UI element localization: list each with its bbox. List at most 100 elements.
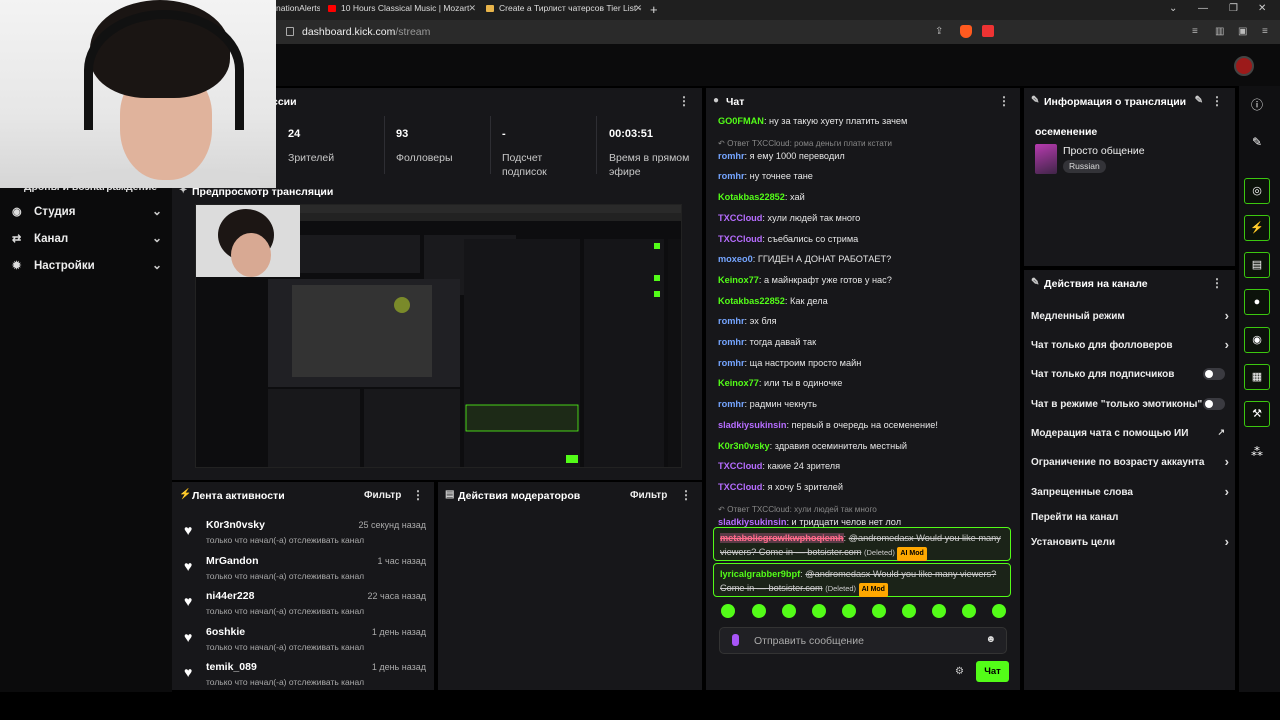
chat-user[interactable]: romhr [718, 316, 745, 326]
more-icon[interactable]: ⋮ [412, 488, 424, 502]
more-icon[interactable]: ⋮ [1211, 276, 1223, 290]
chat-user[interactable]: romhr [718, 399, 745, 409]
category-name[interactable]: Просто общение [1063, 145, 1145, 157]
chat-user[interactable]: TXCCloud [718, 213, 762, 223]
edit-icon[interactable]: ✎ [1244, 129, 1270, 155]
followers-only-action[interactable]: Чат только для фолловеров › [1031, 337, 1229, 357]
emote-icon[interactable] [932, 604, 946, 618]
emote-icon[interactable] [872, 604, 886, 618]
chat-user[interactable]: GO0FMAN [718, 116, 764, 126]
go-to-channel-action[interactable]: Перейти на канал [1031, 509, 1229, 529]
chat-user[interactable]: lyricalgrabber9bpf [720, 569, 800, 579]
set-goals-action[interactable]: Установить цели › [1031, 534, 1229, 554]
wallet-icon[interactable]: ▣ [1238, 26, 1247, 37]
sidebar-icon[interactable]: ▥ [1215, 26, 1224, 37]
tab-search-icon[interactable]: ⌄ [1169, 3, 1177, 14]
feed-user[interactable]: temik_089 [206, 661, 257, 673]
plugin-icon[interactable]: ⁂ [1244, 439, 1270, 465]
brave-shield-icon[interactable] [960, 25, 972, 38]
feed-user[interactable]: ni44er228 [206, 590, 254, 602]
more-icon[interactable]: ⋮ [998, 94, 1010, 108]
brave-rewards-icon[interactable] [982, 25, 994, 37]
clipboard-icon[interactable]: ▤ [1244, 252, 1270, 278]
sidebar-item-settings[interactable]: ✹ Настройки ⌄ [12, 258, 162, 278]
chat-user[interactable]: TXCCloud [718, 234, 762, 244]
action-label: Чат только для фолловеров [1031, 340, 1173, 351]
emote-icon[interactable] [902, 604, 916, 618]
ai-moderation-action[interactable]: Модерация чата с помощью ИИ ↗ [1031, 425, 1229, 445]
feed-user[interactable]: K0r3n0vsky [206, 519, 265, 531]
share-icon[interactable]: ⇪ [935, 26, 943, 37]
info-icon[interactable]: ⓘ [1244, 92, 1270, 118]
account-age-action[interactable]: Ограничение по возрасту аккаунта › [1031, 454, 1229, 474]
broadcast-icon[interactable]: ◉ [1244, 327, 1270, 353]
sidebar-item-channel[interactable]: ⇄ Канал ⌄ [12, 231, 162, 251]
chat-user[interactable]: Kotakbas22852 [718, 296, 785, 306]
close-icon[interactable]: ✕ [634, 3, 642, 14]
more-icon[interactable]: ⋮ [680, 488, 692, 502]
emote-icon[interactable] [962, 604, 976, 618]
chat-user[interactable]: romhr [718, 358, 745, 368]
chat-user[interactable]: metabolicgrowlkwphoqiemh [720, 533, 844, 543]
chat-message: romhr: радмин чекнуть [718, 399, 1014, 409]
chat-user[interactable]: sladkiysukinsin [718, 420, 786, 430]
chat-user[interactable]: moxeo0 [718, 254, 753, 264]
banned-words-action[interactable]: Запрещенные слова › [1031, 484, 1229, 504]
avatar[interactable] [1234, 56, 1254, 76]
emote-icon[interactable] [721, 604, 735, 618]
chat-user[interactable]: romhr [718, 337, 745, 347]
microphone-icon[interactable] [732, 634, 739, 646]
close-icon[interactable]: ✕ [468, 3, 476, 14]
chat-user[interactable]: TXCCloud [718, 461, 762, 471]
lightning-icon[interactable]: ⚡ [1244, 215, 1270, 241]
sidebar-item-studio[interactable]: ◉ Студия ⌄ [12, 204, 162, 224]
slow-mode-action[interactable]: Медленный режим › [1031, 308, 1229, 328]
flagged-message[interactable]: lyricalgrabber9bpf: @andromedasx Would y… [713, 563, 1011, 597]
chat-text: здравия осеминитель местный [774, 440, 907, 451]
minimize-button[interactable]: — [1198, 3, 1208, 14]
chat-input[interactable] [754, 633, 974, 649]
playlist-icon[interactable]: ≡ [1192, 26, 1198, 37]
chat-settings-icon[interactable]: ⚙ [955, 666, 964, 677]
emote-icon[interactable] [992, 604, 1006, 618]
emote-icon[interactable] [782, 604, 796, 618]
moderation-icon[interactable]: ▦ [1244, 364, 1270, 390]
chat-user[interactable]: sladkiysukinsin [718, 517, 786, 527]
feed-user[interactable]: 6oshkie [206, 626, 245, 638]
camera-icon[interactable]: ◎ [1244, 178, 1270, 204]
filter-button[interactable]: Фильтр [630, 490, 667, 501]
chat-user[interactable]: K0r3n0vsky [718, 441, 770, 451]
chat-user[interactable]: Kotakbas22852 [718, 192, 785, 202]
send-chat-button[interactable]: Чат [976, 661, 1009, 682]
browser-tab[interactable]: Create a Тирлист чатерсов Tier List - ✕ [486, 3, 642, 19]
close-window-button[interactable]: ✕ [1258, 3, 1266, 14]
emote-only-toggle[interactable] [1203, 398, 1225, 410]
panel-title: Информация о трансляции [1044, 96, 1187, 108]
chat-bubble-icon[interactable]: ● [1244, 289, 1270, 315]
wrench-icon[interactable]: ⚒ [1244, 401, 1270, 427]
emoji-icon[interactable]: ☻ [985, 634, 996, 645]
filter-button[interactable]: Фильтр [364, 490, 401, 501]
more-icon[interactable]: ⋮ [1211, 94, 1223, 108]
chat-reply: ↶ Ответ TXCCloud: рома деньги плати кста… [718, 138, 892, 148]
chat-user[interactable]: romhr [718, 151, 745, 161]
chat-user[interactable]: romhr [718, 171, 745, 181]
emote-icon[interactable] [752, 604, 766, 618]
edit-icon[interactable]: ✎ [1195, 95, 1203, 106]
subscribers-only-toggle[interactable] [1203, 368, 1225, 380]
feed-user[interactable]: MrGandon [206, 555, 259, 567]
browser-tab[interactable]: 10 Hours Classical Music | Mozart ✕ [328, 3, 476, 19]
more-icon[interactable]: ⋮ [678, 94, 690, 108]
flagged-message[interactable]: metabolicgrowlkwphoqiemh: @andromedasx W… [713, 527, 1011, 561]
maximize-button[interactable]: ❐ [1229, 3, 1238, 14]
new-tab-button[interactable]: + [650, 2, 658, 17]
chat-user[interactable]: Keinox77 [718, 275, 759, 285]
emote-icon[interactable] [812, 604, 826, 618]
browser-tab[interactable]: nationAlerts [276, 3, 320, 19]
stream-preview[interactable] [195, 204, 682, 468]
url-text[interactable]: dashboard.kick.com/stream [302, 26, 430, 38]
menu-icon[interactable]: ≡ [1262, 26, 1268, 37]
chat-user[interactable]: TXCCloud [718, 482, 762, 492]
chat-user[interactable]: Keinox77 [718, 378, 759, 388]
emote-icon[interactable] [842, 604, 856, 618]
